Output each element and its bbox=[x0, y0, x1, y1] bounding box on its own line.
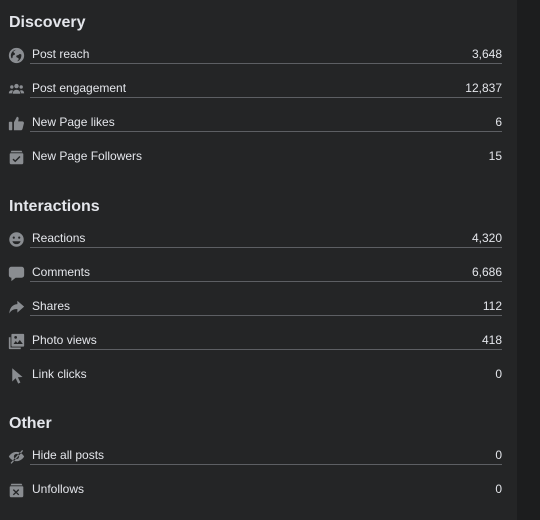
row-underline bbox=[30, 315, 502, 316]
insights-panel: Discovery Post reach 3,648 Post engageme… bbox=[0, 0, 517, 520]
metric-value: 0 bbox=[495, 367, 502, 381]
row-underline bbox=[30, 97, 502, 98]
metric-row-post-engagement[interactable]: Post engagement 12,837 bbox=[0, 80, 517, 114]
metric-label: New Page Followers bbox=[32, 149, 143, 163]
metric-row-unfollows[interactable]: Unfollows 0 bbox=[0, 481, 517, 515]
metric-value: 418 bbox=[481, 333, 502, 347]
metric-label: Shares bbox=[32, 299, 71, 313]
metric-row-reactions[interactable]: Reactions 4,320 bbox=[0, 230, 517, 264]
metric-value: 6 bbox=[495, 115, 502, 129]
metric-value: 0 bbox=[495, 482, 502, 496]
section-title-discovery: Discovery bbox=[9, 14, 86, 31]
metric-value: 112 bbox=[482, 299, 502, 313]
metric-value: 0 bbox=[495, 448, 502, 462]
metric-row-post-reach[interactable]: Post reach 3,648 bbox=[0, 46, 517, 80]
metric-row-photo-views[interactable]: Photo views 418 bbox=[0, 332, 517, 366]
row-underline bbox=[30, 349, 502, 350]
metric-value: 6,686 bbox=[471, 265, 502, 279]
metric-row-shares[interactable]: Shares 112 bbox=[0, 298, 517, 332]
metric-value: 3,648 bbox=[471, 47, 502, 61]
metric-value: 4,320 bbox=[471, 231, 502, 245]
row-underline bbox=[30, 247, 502, 248]
cursor-icon bbox=[7, 366, 25, 384]
photo-icon bbox=[7, 332, 25, 350]
section-title-other: Other bbox=[9, 415, 52, 432]
metric-label: Comments bbox=[32, 265, 91, 279]
globe-icon bbox=[7, 46, 25, 64]
comment-icon bbox=[7, 264, 25, 282]
metric-label: Unfollows bbox=[32, 482, 85, 496]
metric-label: Photo views bbox=[32, 333, 97, 347]
metric-value: 15 bbox=[488, 149, 502, 163]
smiley-icon bbox=[7, 230, 25, 248]
hidden-eye-icon bbox=[7, 447, 25, 465]
scrollbar-track[interactable] bbox=[517, 0, 540, 520]
metric-value: 12,837 bbox=[465, 81, 502, 95]
metric-row-comments[interactable]: Comments 6,686 bbox=[0, 264, 517, 298]
metric-row-new-page-likes[interactable]: New Page likes 6 bbox=[0, 114, 517, 148]
unfollow-box-icon bbox=[7, 481, 25, 499]
metric-label: Reactions bbox=[32, 231, 86, 245]
people-icon bbox=[7, 80, 25, 98]
row-underline bbox=[30, 281, 502, 282]
metric-label: Post engagement bbox=[32, 81, 127, 95]
share-arrow-icon bbox=[7, 298, 25, 316]
metric-label: Link clicks bbox=[32, 367, 87, 381]
metric-row-link-clicks[interactable]: Link clicks 0 bbox=[0, 366, 517, 400]
follow-box-icon bbox=[7, 148, 25, 166]
metric-row-hide-all-posts[interactable]: Hide all posts 0 bbox=[0, 447, 517, 481]
metric-row-new-page-followers[interactable]: New Page Followers 15 bbox=[0, 148, 517, 182]
metric-label: Hide all posts bbox=[32, 448, 105, 462]
row-underline bbox=[30, 63, 502, 64]
metric-label: Post reach bbox=[32, 47, 90, 61]
section-title-interactions: Interactions bbox=[9, 198, 100, 215]
metric-label: New Page likes bbox=[32, 115, 115, 129]
row-underline bbox=[30, 464, 502, 465]
row-underline bbox=[30, 131, 502, 132]
thumbs-up-icon bbox=[7, 114, 25, 132]
